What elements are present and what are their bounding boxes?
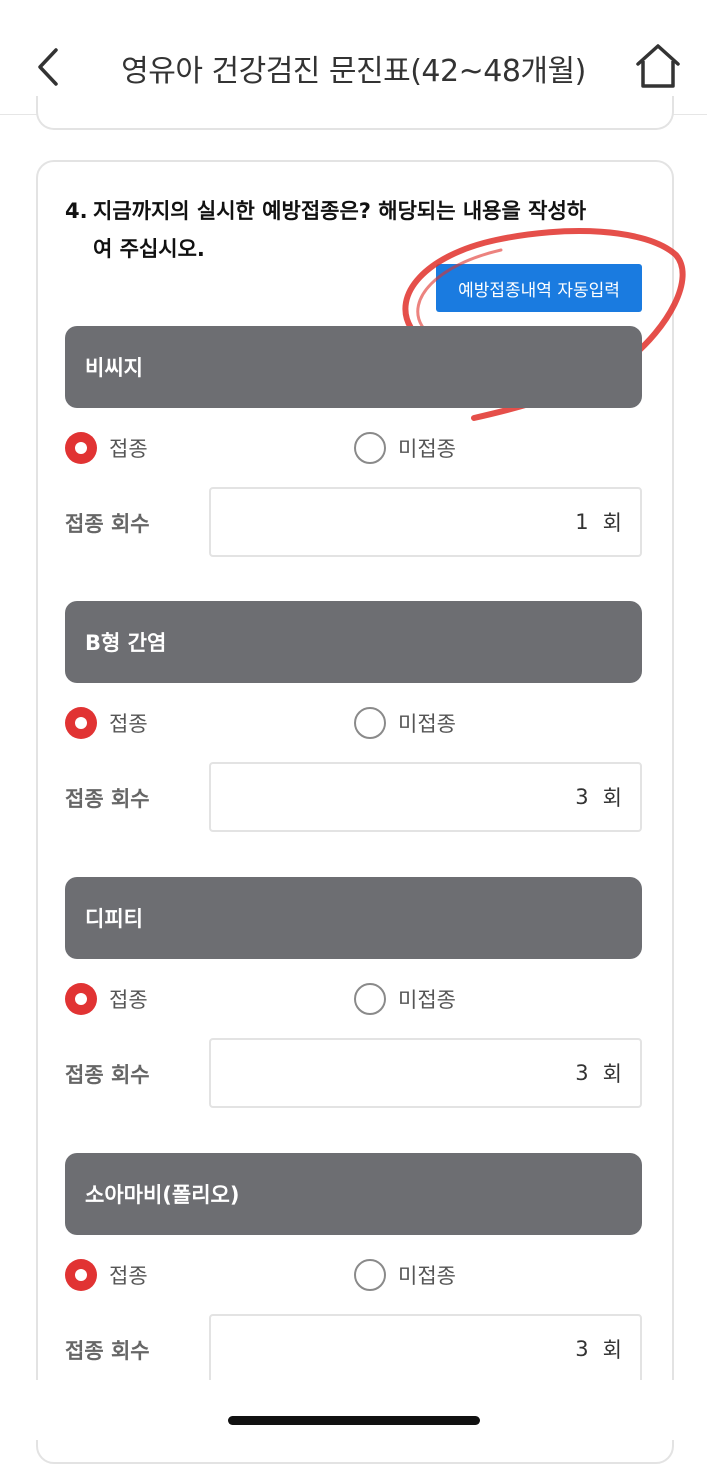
dose-count-label: 접종 회수 bbox=[65, 1063, 150, 1087]
radio-selected-icon bbox=[65, 707, 97, 739]
radio-selected-icon bbox=[65, 432, 97, 464]
dose-count-unit: 회 bbox=[602, 1338, 622, 1362]
radio-vaccinated[interactable]: 접종 bbox=[65, 1259, 148, 1291]
vaccine-section-bcg: 비씨지 접종 미접종 접종 회수 1 회 bbox=[65, 326, 642, 566]
radio-label: 접종 bbox=[109, 712, 148, 736]
radio-selected-icon bbox=[65, 983, 97, 1015]
radio-unselected-icon bbox=[354, 983, 386, 1015]
dose-count-unit: 회 bbox=[602, 511, 622, 535]
dose-count-value: 1 bbox=[575, 510, 589, 534]
question-number: 4. bbox=[65, 199, 88, 223]
vaccine-section-polio: 소아마비(폴리오) 접종 미접종 접종 회수 3 회 bbox=[65, 1153, 642, 1393]
previous-card-edge bbox=[36, 96, 674, 130]
vaccine-section-hepatitis-b: B형 간염 접종 미접종 접종 회수 3 회 bbox=[65, 601, 642, 841]
radio-label: 미접종 bbox=[398, 988, 456, 1012]
radio-label: 접종 bbox=[109, 437, 148, 461]
radio-not-vaccinated[interactable]: 미접종 bbox=[354, 983, 456, 1015]
vaccine-section-dpt: 디피티 접종 미접종 접종 회수 3 회 bbox=[65, 877, 642, 1117]
question-text: 4. 지금까지의 실시한 예방접종은? 해당되는 내용을 작성하 여 주십시오. bbox=[65, 192, 625, 268]
auto-fill-vaccination-button[interactable]: 예방접종내역 자동입력 bbox=[436, 264, 642, 312]
radio-label: 미접종 bbox=[398, 712, 456, 736]
radio-label: 미접종 bbox=[398, 437, 456, 461]
dose-count-value: 3 bbox=[575, 1061, 589, 1085]
radio-label: 접종 bbox=[109, 1264, 148, 1288]
vaccine-name-header: 디피티 bbox=[65, 877, 642, 959]
dose-count-label: 접종 회수 bbox=[65, 512, 150, 536]
dose-count-input[interactable]: 3 회 bbox=[209, 1038, 642, 1108]
radio-label: 미접종 bbox=[398, 1264, 456, 1288]
radio-label: 접종 bbox=[109, 988, 148, 1012]
dose-count-unit: 회 bbox=[602, 786, 622, 810]
radio-selected-icon bbox=[65, 1259, 97, 1291]
radio-not-vaccinated[interactable]: 미접종 bbox=[354, 432, 456, 464]
question-line-1: 지금까지의 실시한 예방접종은? 해당되는 내용을 작성하 bbox=[93, 199, 587, 223]
vaccine-name-header: 비씨지 bbox=[65, 326, 642, 408]
dose-count-unit: 회 bbox=[602, 1062, 622, 1086]
dose-count-value: 3 bbox=[575, 785, 589, 809]
dose-count-value: 3 bbox=[575, 1337, 589, 1361]
radio-not-vaccinated[interactable]: 미접종 bbox=[354, 1259, 456, 1291]
dose-count-label: 접종 회수 bbox=[65, 787, 150, 811]
radio-unselected-icon bbox=[354, 707, 386, 739]
radio-vaccinated[interactable]: 접종 bbox=[65, 707, 148, 739]
radio-vaccinated[interactable]: 접종 bbox=[65, 983, 148, 1015]
dose-count-input[interactable]: 3 회 bbox=[209, 762, 642, 832]
question-line-2: 여 주십시오. bbox=[93, 237, 205, 261]
radio-unselected-icon bbox=[354, 1259, 386, 1291]
dose-count-label: 접종 회수 bbox=[65, 1339, 150, 1363]
vaccine-name-header: 소아마비(폴리오) bbox=[65, 1153, 642, 1235]
home-indicator[interactable] bbox=[228, 1416, 480, 1425]
home-icon bbox=[636, 44, 680, 88]
radio-unselected-icon bbox=[354, 432, 386, 464]
home-button[interactable] bbox=[630, 40, 686, 92]
bottom-safe-area bbox=[0, 1380, 707, 1440]
radio-vaccinated[interactable]: 접종 bbox=[65, 432, 148, 464]
radio-not-vaccinated[interactable]: 미접종 bbox=[354, 707, 456, 739]
dose-count-input[interactable]: 3 회 bbox=[209, 1314, 642, 1384]
dose-count-input[interactable]: 1 회 bbox=[209, 487, 642, 557]
page-title: 영유아 건강검진 문진표(42~48개월) bbox=[121, 54, 586, 89]
vaccine-name-header: B형 간염 bbox=[65, 601, 642, 683]
